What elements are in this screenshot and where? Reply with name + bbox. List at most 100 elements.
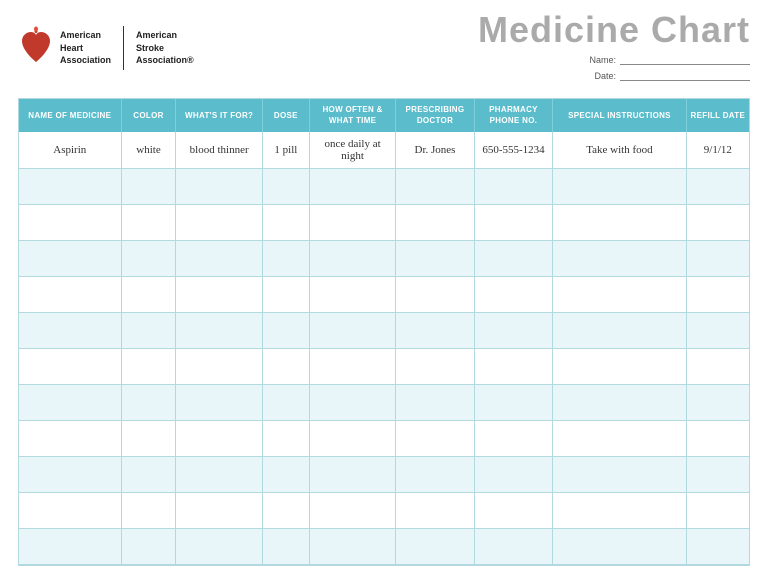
date-field-line: Date:	[478, 68, 750, 84]
cell-special	[553, 168, 686, 204]
cell-how	[309, 420, 395, 456]
cell-name	[19, 312, 121, 348]
cell-pharmacy	[474, 168, 552, 204]
cell-name	[19, 456, 121, 492]
cell-color	[121, 348, 176, 384]
cell-how	[309, 240, 395, 276]
header-row: NAME OF MEDICINE COLOR WHAT'S IT FOR? DO…	[19, 99, 749, 132]
cell-dose	[262, 312, 309, 348]
cell-special	[553, 492, 686, 528]
cell-name	[19, 384, 121, 420]
cell-prescribe	[396, 456, 474, 492]
table-row	[19, 348, 749, 384]
title-area: Medicine Chart Name: Date:	[478, 12, 750, 84]
cell-refill	[686, 312, 749, 348]
name-underline	[620, 55, 750, 65]
cell-what	[176, 456, 262, 492]
medicine-table-wrapper: NAME OF MEDICINE COLOR WHAT'S IT FOR? DO…	[18, 98, 750, 565]
cell-dose	[262, 348, 309, 384]
cell-color	[121, 312, 176, 348]
cell-special	[553, 384, 686, 420]
table-row	[19, 168, 749, 204]
cell-special	[553, 312, 686, 348]
cell-dose	[262, 456, 309, 492]
cell-special	[553, 276, 686, 312]
cell-pharmacy	[474, 204, 552, 240]
cell-special	[553, 456, 686, 492]
cell-prescribe	[396, 312, 474, 348]
date-label: Date:	[594, 68, 616, 84]
cell-refill	[686, 348, 749, 384]
cell-what	[176, 204, 262, 240]
cell-color	[121, 168, 176, 204]
table-row: Aspirinwhiteblood thinner1 pillonce dail…	[19, 132, 749, 168]
cell-special	[553, 348, 686, 384]
cell-name	[19, 204, 121, 240]
cell-pharmacy	[474, 276, 552, 312]
logo-text-american-heart: American Heart Association	[60, 29, 111, 67]
page-title: Medicine Chart	[478, 12, 750, 48]
table-body: Aspirinwhiteblood thinner1 pillonce dail…	[19, 132, 749, 564]
cell-special	[553, 240, 686, 276]
cell-refill	[686, 420, 749, 456]
cell-prescribe	[396, 528, 474, 564]
cell-how	[309, 492, 395, 528]
cell-color	[121, 240, 176, 276]
cell-what	[176, 420, 262, 456]
logo-line4: American	[136, 29, 194, 42]
logo-area: American Heart Association American Stro…	[18, 26, 194, 70]
cell-special: Take with food	[553, 132, 686, 168]
cell-color: white	[121, 132, 176, 168]
logo-line3: Association	[60, 54, 111, 67]
cell-refill	[686, 492, 749, 528]
cell-dose	[262, 528, 309, 564]
table-row	[19, 420, 749, 456]
cell-how	[309, 384, 395, 420]
logo-text-american-stroke: American Stroke Association®	[136, 29, 194, 67]
page: American Heart Association American Stro…	[0, 0, 768, 584]
cell-how	[309, 348, 395, 384]
cell-refill	[686, 276, 749, 312]
col-header-refill: REFILL DATE	[686, 99, 749, 132]
table-row	[19, 276, 749, 312]
name-label: Name:	[589, 52, 616, 68]
cell-pharmacy	[474, 528, 552, 564]
cell-dose	[262, 492, 309, 528]
cell-name	[19, 240, 121, 276]
cell-dose	[262, 420, 309, 456]
cell-name: Aspirin	[19, 132, 121, 168]
cell-color	[121, 492, 176, 528]
table-row	[19, 492, 749, 528]
medicine-table: NAME OF MEDICINE COLOR WHAT'S IT FOR? DO…	[19, 99, 749, 564]
cell-pharmacy	[474, 492, 552, 528]
name-field-line: Name:	[478, 52, 750, 68]
cell-prescribe	[396, 240, 474, 276]
cell-how	[309, 528, 395, 564]
cell-name	[19, 528, 121, 564]
cell-refill	[686, 240, 749, 276]
cell-what	[176, 312, 262, 348]
col-header-pharmacy: PHARMACY PHONE NO.	[474, 99, 552, 132]
cell-special	[553, 528, 686, 564]
col-header-dose: DOSE	[262, 99, 309, 132]
table-header: NAME OF MEDICINE COLOR WHAT'S IT FOR? DO…	[19, 99, 749, 132]
cell-pharmacy	[474, 384, 552, 420]
col-header-how: HOW OFTEN & WHAT TIME	[309, 99, 395, 132]
table-row	[19, 312, 749, 348]
cell-dose	[262, 384, 309, 420]
cell-what: blood thinner	[176, 132, 262, 168]
cell-what	[176, 168, 262, 204]
cell-pharmacy	[474, 312, 552, 348]
cell-prescribe	[396, 204, 474, 240]
cell-dose	[262, 204, 309, 240]
cell-dose: 1 pill	[262, 132, 309, 168]
cell-color	[121, 420, 176, 456]
table-row	[19, 528, 749, 564]
cell-how	[309, 204, 395, 240]
cell-color	[121, 384, 176, 420]
cell-pharmacy	[474, 348, 552, 384]
cell-prescribe	[396, 276, 474, 312]
col-header-prescribe: PRESCRIBING DOCTOR	[396, 99, 474, 132]
table-row	[19, 204, 749, 240]
cell-what	[176, 276, 262, 312]
